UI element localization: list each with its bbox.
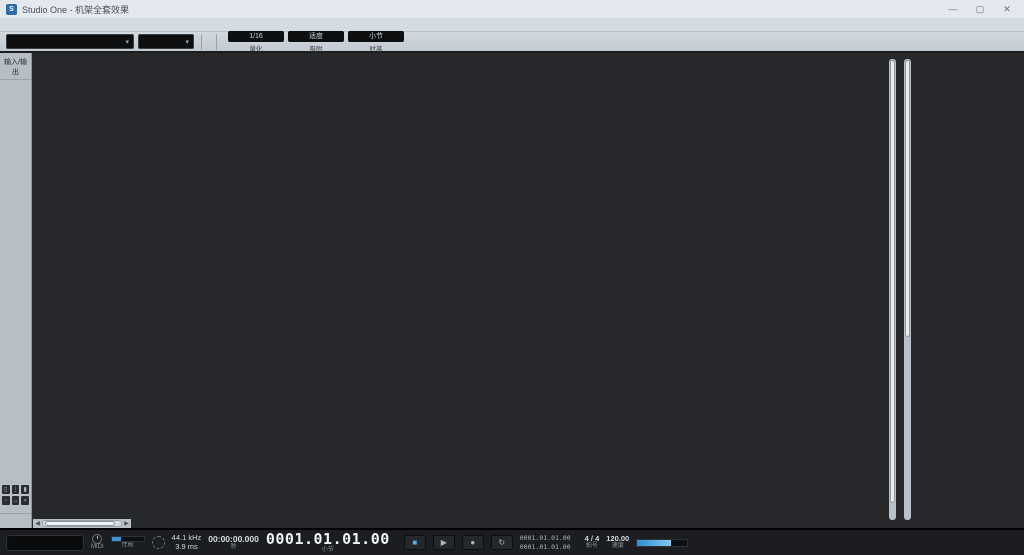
samplerate-latency: 44.1 kHz 3.9 ms [172,534,202,551]
mixer-channels-area [132,53,900,528]
app-icon: S [6,4,17,15]
timecode-display[interactable]: 00:00:00.000 秒 [208,535,259,551]
console-sidebar: 输入/输出 ▯⋮▮ ▫↔▪ [0,53,32,528]
chevron-down-icon: ▾ [185,38,189,46]
loop-button[interactable]: ↻ [491,535,513,550]
output-panel-vscrollbar[interactable] [904,59,911,520]
studio-one-window: S Studio One - 机架全套效果 — ▢ ✕ ▾ ▾ 1/16量化 适… [0,0,1024,555]
expand-icon[interactable]: ↔ [12,496,20,505]
midi-activity: MIDI [91,534,104,551]
large-button[interactable]: ▪ [21,496,29,505]
input-channel-panel: ◀ ▶ [32,53,132,528]
console-area: 输入/输出 ▯⋮▮ ▫↔▪ ◀ ▶ [0,53,1024,528]
close-button[interactable]: ✕ [996,4,1018,15]
wide-button[interactable]: ▮ [21,485,29,494]
timebase-box[interactable]: 小节时基 [348,31,404,53]
link-button[interactable]: ⋮ [12,485,20,494]
window-title: Studio One - 机架全套效果 [22,3,937,16]
play-button[interactable]: ▶ [433,535,455,550]
audio-device-combo[interactable]: ▾ [6,34,134,49]
tempo-display[interactable]: 120.00 速度 [606,535,629,550]
minimize-button[interactable]: — [942,4,964,14]
maximize-button[interactable]: ▢ [969,4,991,15]
menubar [0,18,1024,32]
quantize-box[interactable]: 1/16量化 [228,31,284,53]
console-size-buttons: ▯⋮▮ ▫↔▪ [0,483,31,507]
cpu-gauge-icon [152,536,165,549]
input-panel-hscrollbar[interactable]: ◀ ▶ [33,519,131,528]
chevron-down-icon: ▾ [125,38,129,46]
output-bus-panel [900,53,1024,528]
titlebar: S Studio One - 机架全套效果 — ▢ ✕ [0,0,1024,18]
small-button[interactable]: ▫ [2,496,10,505]
mixer-vscrollbar[interactable] [889,59,896,520]
scroll-left-icon[interactable]: ◀ [33,520,42,527]
toolbar: ▾ ▾ 1/16量化 适度吸附 小节时基 [0,32,1024,53]
record-button[interactable]: ● [462,535,484,550]
performance-meter[interactable]: 性能 [111,536,145,549]
narrow-button[interactable]: ▯ [2,485,10,494]
time-signature[interactable]: 4 / 4 拍号 [585,535,600,550]
master-level-display [6,535,84,551]
loop-range-display[interactable]: 0001.01.01.00 0001.01.01.00 [520,534,571,551]
io-panel-label: 输入/输出 [0,55,31,80]
stop-button[interactable]: ■ [404,535,426,550]
transport-bar: MIDI 性能 44.1 kHz 3.9 ms 00:00:00.000 秒 0… [0,528,1024,555]
output-level-bar [636,539,688,547]
midi-knob-icon [92,534,102,544]
main-time-display[interactable]: 0001.01.01.00 小节 [266,531,390,554]
snap-box[interactable]: 适度吸附 [288,31,344,53]
preset-combo[interactable]: ▾ [138,34,194,49]
scroll-right-icon[interactable]: ▶ [122,520,131,527]
